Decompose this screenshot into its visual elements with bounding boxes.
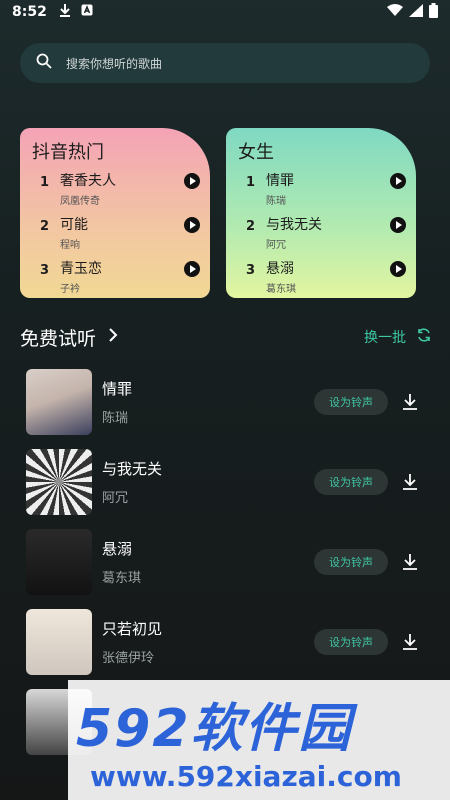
- download-icon[interactable]: [400, 552, 420, 572]
- play-icon[interactable]: [184, 261, 200, 277]
- song-title: 情罪: [102, 380, 133, 398]
- song-artist: 阿冗: [266, 240, 286, 251]
- song-title: 与我无关: [102, 460, 163, 478]
- watermark-logo: 592软件园: [76, 699, 353, 759]
- status-time: 8:52: [12, 4, 47, 20]
- list-item[interactable]: 与我无关 阿冗 设为铃声: [26, 442, 426, 522]
- song-artist: 陈瑞: [102, 411, 129, 426]
- free-listen-header: 免费试听 换一批: [20, 322, 432, 352]
- album-cover: [26, 609, 92, 675]
- search-bar[interactable]: 搜索你想听的歌曲: [20, 43, 430, 83]
- play-icon[interactable]: [390, 217, 406, 233]
- song-rank: 3: [40, 263, 50, 278]
- battery-icon: [429, 2, 438, 22]
- song-name: 悬溺: [266, 261, 294, 277]
- song-rank: 2: [40, 219, 50, 234]
- status-bar: 8:52: [0, 0, 450, 24]
- card-song-row[interactable]: 1 情罪 陈瑞: [238, 170, 406, 214]
- song-artist: 程响: [60, 240, 80, 251]
- song-name: 情罪: [266, 173, 294, 189]
- set-ringtone-button[interactable]: 设为铃声: [314, 629, 388, 655]
- set-ringtone-button[interactable]: 设为铃声: [314, 389, 388, 415]
- status-icons: [387, 2, 438, 22]
- watermark-overlay: 592软件园 www.592xiazai.com: [68, 680, 450, 800]
- card-title: 抖音热门: [32, 142, 104, 163]
- refresh-label: 换一批: [364, 330, 406, 346]
- song-name: 奢香夫人: [60, 173, 116, 189]
- download-icon[interactable]: [400, 472, 420, 492]
- play-icon[interactable]: [184, 173, 200, 189]
- download-icon[interactable]: [400, 632, 420, 652]
- song-artist: 凤凰传奇: [60, 196, 100, 207]
- play-icon[interactable]: [184, 217, 200, 233]
- download-icon: [59, 3, 71, 21]
- song-artist: 葛东琪: [266, 284, 296, 295]
- song-name: 可能: [60, 217, 88, 233]
- search-icon: [36, 53, 52, 73]
- song-rank: 3: [246, 263, 256, 278]
- wifi-icon: [387, 3, 403, 21]
- song-rank: 1: [40, 175, 50, 190]
- card-song-row[interactable]: 1 奢香夫人 凤凰传奇: [32, 170, 200, 214]
- song-artist: 葛东琪: [102, 571, 142, 586]
- list-item[interactable]: 悬溺 葛东琪 设为铃声: [26, 522, 426, 602]
- play-icon[interactable]: [390, 261, 406, 277]
- set-ringtone-button[interactable]: 设为铃声: [314, 549, 388, 575]
- song-artist: 陈瑞: [266, 196, 286, 207]
- section-title[interactable]: 免费试听: [20, 324, 96, 351]
- album-cover: [26, 529, 92, 595]
- song-title: 悬溺: [102, 540, 133, 558]
- song-title: 只若初见: [102, 620, 163, 638]
- playlist-card-douyin-hot[interactable]: 抖音热门 1 奢香夫人 凤凰传奇 2 可能 程响 3 青玉恋 子衿: [20, 128, 210, 298]
- refresh-button[interactable]: 换一批: [364, 327, 432, 347]
- song-rank: 1: [246, 175, 256, 190]
- set-ringtone-button[interactable]: 设为铃声: [314, 469, 388, 495]
- song-artist: 子衿: [60, 284, 80, 295]
- song-artist: 阿冗: [102, 491, 129, 506]
- playlist-card-female[interactable]: 女生 1 情罪 陈瑞 2 与我无关 阿冗 3 悬溺 葛东琪: [226, 128, 416, 298]
- watermark-url: www.592xiazai.com: [90, 760, 402, 793]
- card-song-row[interactable]: 3 青玉恋 子衿: [32, 258, 200, 302]
- card-title: 女生: [238, 142, 274, 163]
- signal-icon: [409, 3, 423, 21]
- refresh-icon: [416, 327, 432, 347]
- list-item[interactable]: 情罪 陈瑞 设为铃声: [26, 362, 426, 442]
- album-cover: [26, 449, 92, 515]
- card-song-row[interactable]: 2 可能 程响: [32, 214, 200, 258]
- download-icon[interactable]: [400, 392, 420, 412]
- a-badge-icon: [81, 4, 93, 20]
- search-placeholder: 搜索你想听的歌曲: [66, 56, 163, 71]
- song-artist: 张德伊玲: [102, 651, 155, 666]
- song-name: 与我无关: [266, 217, 322, 233]
- song-name: 青玉恋: [60, 261, 102, 277]
- chevron-right-icon[interactable]: [108, 327, 118, 348]
- album-cover: [26, 369, 92, 435]
- song-rank: 2: [246, 219, 256, 234]
- card-song-row[interactable]: 2 与我无关 阿冗: [238, 214, 406, 258]
- list-item[interactable]: 只若初见 张德伊玲 设为铃声: [26, 602, 426, 682]
- play-icon[interactable]: [390, 173, 406, 189]
- card-song-row[interactable]: 3 悬溺 葛东琪: [238, 258, 406, 302]
